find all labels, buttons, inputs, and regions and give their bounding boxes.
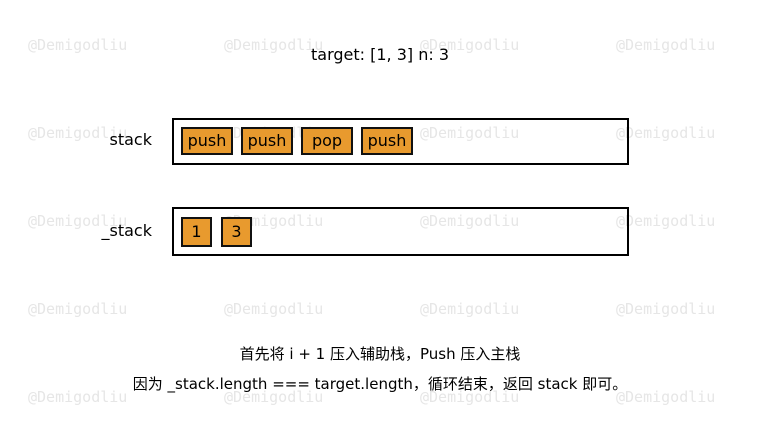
aux-stack-box: 1 3 (172, 207, 629, 256)
stack-item: push (241, 127, 293, 155)
stack-box: push push pop push (172, 118, 629, 165)
caption-line-2: 因为 _stack.length === target.length，循环结束，… (132, 375, 628, 393)
watermark: @Demigodliu (616, 300, 716, 318)
stack-label: stack (109, 130, 152, 149)
watermark: @Demigodliu (28, 300, 128, 318)
stack-item: pop (301, 127, 353, 155)
aux-stack-label: _stack (101, 221, 152, 240)
watermark: @Demigodliu (616, 124, 716, 142)
stack-item: push (361, 127, 413, 155)
aux-stack-item: 3 (221, 217, 252, 247)
watermark: @Demigodliu (224, 300, 324, 318)
aux-stack-item: 1 (181, 217, 212, 247)
stack-item: push (181, 127, 233, 155)
watermark: @Demigodliu (420, 300, 520, 318)
target-info: target: [1, 3] n: 3 (310, 45, 450, 64)
caption-line-1: 首先将 i + 1 压入辅助栈，Push 压入主栈 (239, 345, 521, 363)
watermark: @Demigodliu (616, 212, 716, 230)
